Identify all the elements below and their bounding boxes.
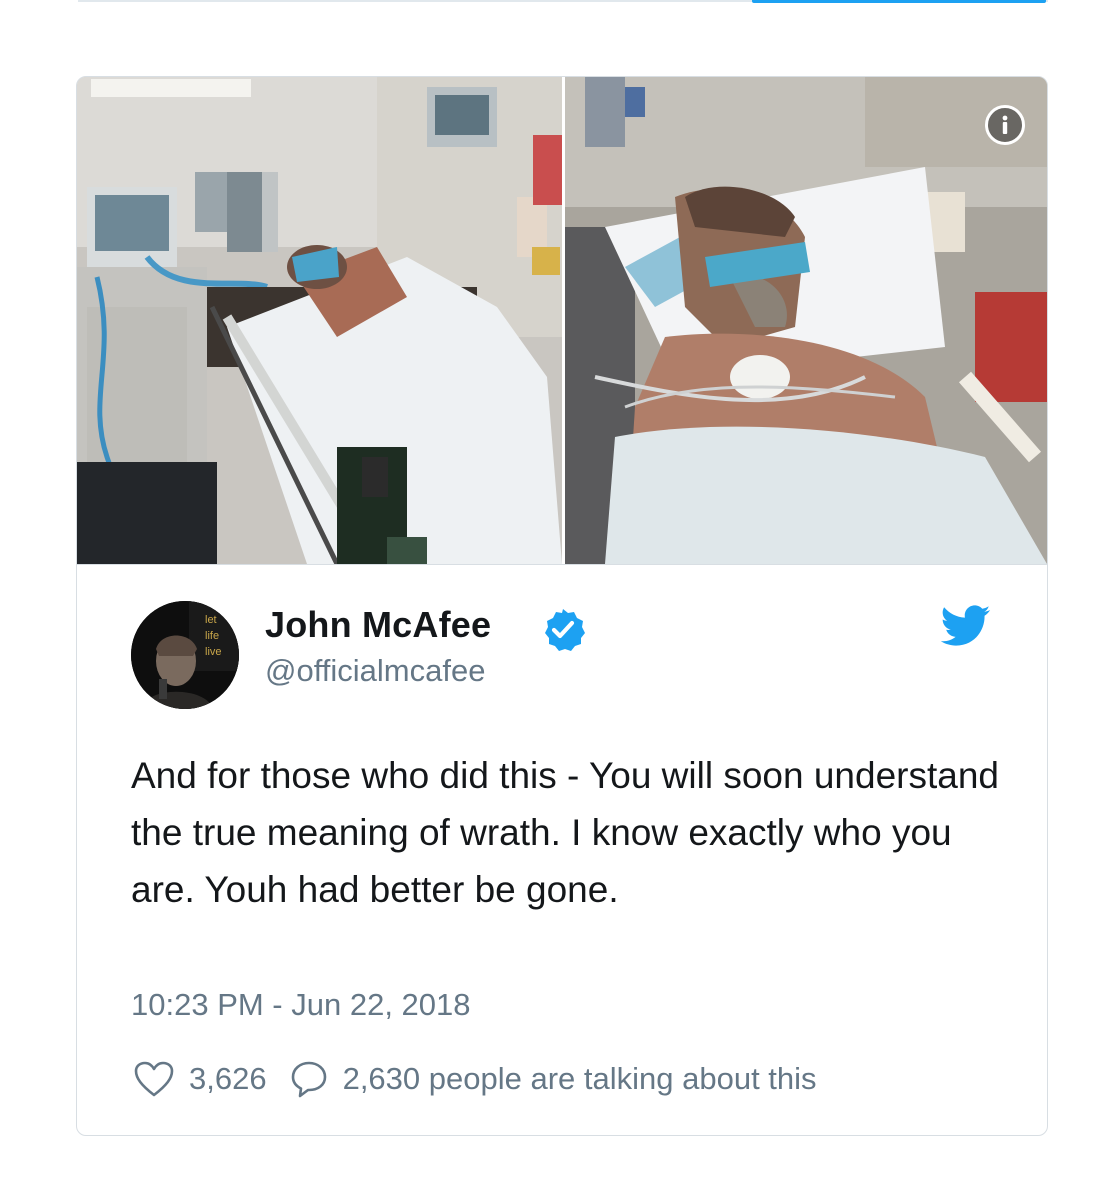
media-divider [77,564,1047,565]
talking-count-link[interactable]: 2,630 people are talking about this [343,1061,817,1097]
tweet-actions: 3,626 2,630 people are talking about thi… [133,1057,817,1101]
author-handle[interactable]: @officialmcafee [265,652,485,690]
twitter-bird-icon[interactable] [940,605,991,647]
embedded-tweet-card[interactable]: let life live John McAfee @officialmcafe… [76,76,1048,1136]
tweet-timestamp[interactable]: 10:23 PM - Jun 22, 2018 [131,985,471,1025]
heart-icon[interactable] [133,1060,175,1098]
avatar-overlay-line-1: let [205,614,217,626]
active-tab-indicator [752,0,1046,3]
avatar[interactable]: let life live [131,601,239,709]
author-name[interactable]: John McAfee [265,604,491,646]
tweet-media-grid[interactable] [77,77,1047,564]
avatar-overlay-line-2: life [205,630,219,642]
tweet-photo-1[interactable] [77,77,562,564]
speech-bubble-icon[interactable] [289,1059,329,1099]
avatar-overlay-line-3: live [205,646,222,658]
like-count[interactable]: 3,626 [189,1061,267,1097]
tweet-photo-2[interactable] [565,77,1047,564]
verified-badge-icon [540,607,586,653]
tweet-text: And for those who did this - You will so… [131,755,1010,910]
info-icon[interactable] [985,105,1025,145]
